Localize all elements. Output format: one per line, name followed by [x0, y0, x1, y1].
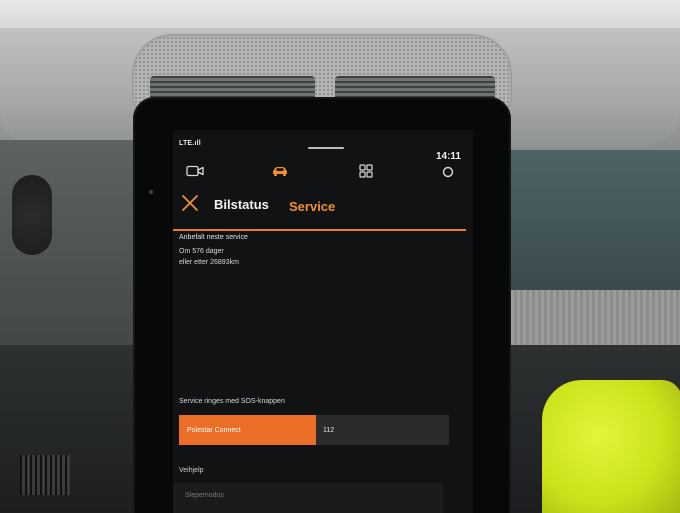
drag-handle[interactable] [308, 147, 344, 149]
top-navigation [173, 160, 473, 182]
emergency-112-button[interactable]: 112 [316, 415, 449, 445]
camera-icon[interactable] [186, 163, 204, 179]
apps-grid-icon[interactable] [357, 163, 375, 179]
sos-button-group: Polestar Connect 112 [179, 415, 449, 445]
car-interior-scene: LTE.ıll 14:11 Bilstatus Service Anbefalt… [0, 0, 680, 513]
signal-indicator: LTE.ıll [179, 140, 201, 147]
title-bar: Bilstatus Service [173, 188, 473, 218]
roadside-assistance-label: Veihjelp [179, 467, 204, 474]
floor-vent [20, 455, 70, 495]
status-bar: LTE.ıll 14:11 [173, 130, 473, 162]
tab-bilstatus[interactable]: Bilstatus [214, 197, 269, 212]
car-icon[interactable] [271, 163, 289, 179]
polestar-connect-label: Polestar Connect [187, 427, 241, 434]
dashboard-panel-right [500, 150, 680, 290]
sos-service-label: Service ringes med SOS-knappen [179, 398, 285, 405]
next-service-heading: Anbefalt neste service [179, 234, 248, 241]
tab-service[interactable]: Service [289, 199, 335, 214]
polestar-connect-button[interactable]: Polestar Connect [179, 415, 316, 445]
display-sensor [149, 190, 153, 194]
header-divider [173, 229, 466, 231]
next-service-distance: eller etter 26893km [179, 259, 239, 266]
next-service-days: Om 576 dager [179, 248, 224, 255]
tow-mode-label: Slepemodus [185, 492, 224, 499]
emergency-112-label: 112 [323, 427, 335, 434]
close-icon[interactable] [181, 194, 199, 212]
tow-mode-item[interactable]: Slepemodus [173, 483, 443, 513]
hi-vis-jacket [542, 380, 680, 513]
home-circle-icon[interactable] [439, 163, 457, 179]
infotainment-screen: LTE.ıll 14:11 Bilstatus Service Anbefalt… [173, 130, 473, 513]
steering-area [12, 175, 52, 255]
dashboard-trim [490, 290, 680, 345]
